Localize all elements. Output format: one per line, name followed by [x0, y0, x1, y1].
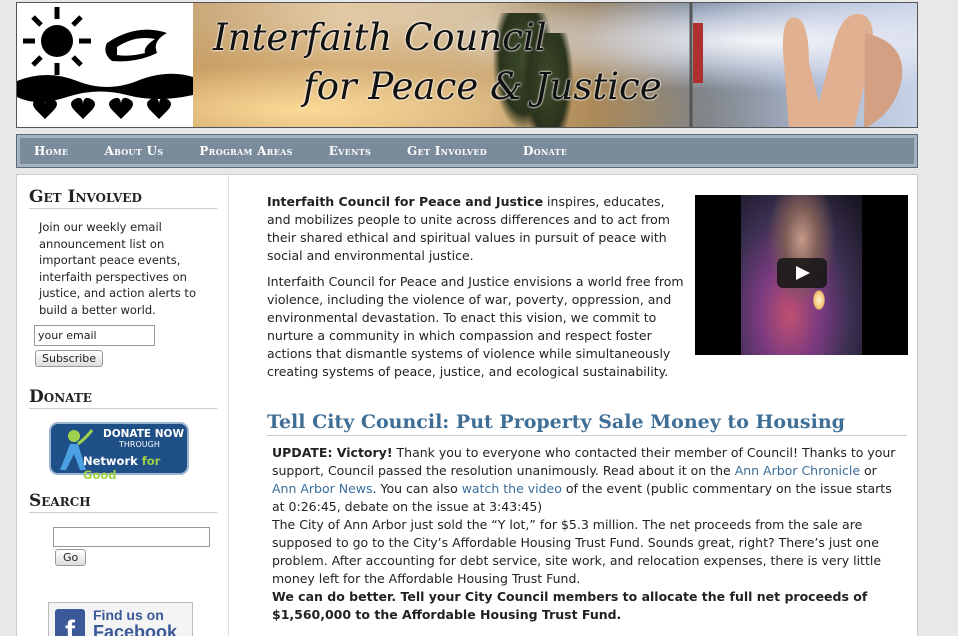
intro-paragraph-2: Interfaith Council for Peace and Justice…	[267, 274, 684, 379]
donate-heading: Donate	[29, 387, 217, 409]
donate-badge-line3: Network for Good	[83, 454, 187, 482]
search-heading: Search	[29, 491, 217, 513]
post-update-paragraph: UPDATE: Victory! Thank you to everyone w…	[272, 444, 904, 516]
facebook-link[interactable]: f Find us on Facebook	[48, 602, 193, 636]
update-label: UPDATE: Victory!	[272, 445, 393, 460]
nav-program-areas[interactable]: Program Areas	[199, 144, 292, 158]
site-logo[interactable]	[17, 3, 193, 127]
post-body: UPDATE: Victory! Thank you to everyone w…	[272, 444, 904, 624]
nav-donate[interactable]: Donate	[523, 144, 567, 158]
post-paragraph-3: We can do better. Tell your City Council…	[272, 588, 904, 624]
network-for-good-donate-button[interactable]: DONATE NOW THROUGH Network for Good	[49, 422, 189, 482]
site-title-line2: for Peace & Justice	[303, 65, 662, 108]
facebook-icon: f	[55, 609, 85, 636]
donate-badge-network: Network	[83, 454, 138, 468]
intro-org-name: Interfaith Council for Peace and Justice	[267, 194, 544, 209]
get-involved-text: Join our weekly email announcement list …	[39, 220, 196, 317]
subscribe-button[interactable]: Subscribe	[35, 350, 104, 367]
donate-badge-line2: THROUGH	[119, 440, 160, 449]
site-title: Interfaith Council for Peace & Justice	[213, 19, 662, 105]
play-icon[interactable]	[777, 258, 827, 288]
candle-icon	[813, 290, 825, 310]
site-title-line1: Interfaith Council	[213, 16, 547, 59]
main-nav: Home About Us Program Areas Events Get I…	[16, 134, 918, 168]
donate-badge-line1: DONATE NOW	[103, 428, 185, 440]
intro: Interfaith Council for Peace and Justice…	[267, 193, 687, 381]
facebook-line1: Find us on	[93, 607, 164, 623]
nav-about-us[interactable]: About Us	[104, 144, 163, 158]
or-text: or	[860, 463, 877, 478]
nav-home[interactable]: Home	[34, 144, 68, 158]
nav-get-involved[interactable]: Get Involved	[407, 144, 487, 158]
main-content: Interfaith Council for Peace and Justice…	[267, 193, 908, 624]
post-paragraph-2: The City of Ann Arbor just sold the “Y l…	[272, 517, 882, 586]
watch-video-link[interactable]: watch the video	[462, 481, 562, 496]
site-header: Interfaith Council for Peace & Justice	[16, 2, 918, 128]
email-field[interactable]	[34, 325, 155, 346]
post-title-text[interactable]: Tell City Council: Put Property Sale Mon…	[267, 411, 845, 433]
post-title[interactable]: Tell City Council: Put Property Sale Mon…	[267, 411, 907, 436]
search-go-button[interactable]: Go	[55, 549, 87, 566]
sun-dove-logo-icon	[17, 3, 193, 127]
para3-start: We can do better.	[272, 589, 401, 604]
search-input[interactable]	[53, 527, 210, 547]
ann-arbor-news-link[interactable]: Ann Arbor News	[272, 481, 373, 496]
get-involved-heading: Get Involved	[29, 187, 217, 209]
intro-paragraph-1: Interfaith Council for Peace and Justice…	[267, 193, 687, 265]
main-container: Get Involved Join our weekly email annou…	[16, 174, 918, 636]
ann-arbor-chronicle-link[interactable]: Ann Arbor Chronicle	[735, 463, 860, 478]
facebook-line2: Facebook	[93, 622, 178, 636]
sidebar: Get Involved Join our weekly email annou…	[17, 175, 229, 636]
peace-hand-icon	[689, 3, 903, 127]
update-text-2: . You can also	[372, 481, 462, 496]
video-player[interactable]	[695, 195, 908, 355]
nav-events[interactable]: Events	[329, 144, 371, 158]
